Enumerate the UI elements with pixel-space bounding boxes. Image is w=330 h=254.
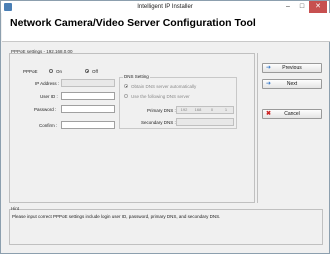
pppoe-on-label: On xyxy=(56,69,63,74)
dns-manual-radio[interactable] xyxy=(124,94,128,98)
header-banner: Network Camera/Video Server Configuratio… xyxy=(2,13,330,42)
ip-address-field xyxy=(61,79,115,87)
dns-auto-radio[interactable] xyxy=(124,84,128,88)
primary-dns-octet-1: 192 xyxy=(180,107,188,112)
previous-button[interactable]: ➜ Previous xyxy=(262,63,322,73)
user-id-label: User ID : xyxy=(40,94,58,99)
user-id-field[interactable] xyxy=(61,92,115,100)
pppoe-off-radio[interactable] xyxy=(85,69,89,73)
page-title: Network Camera/Video Server Configuratio… xyxy=(10,17,256,29)
dns-manual-label: Use the following DNS server xyxy=(131,94,190,99)
dns-auto-label: Obtain DNS server automatically xyxy=(131,84,197,89)
app-icon xyxy=(4,3,12,11)
app-window: Intelligent IP Installer – □ ✕ Network C… xyxy=(0,0,330,254)
confirm-field[interactable] xyxy=(61,121,115,129)
primary-dns-field: 192 168 0 1 xyxy=(176,106,234,114)
divider xyxy=(257,53,258,203)
section-label: PPPoE settings - 192.168.0.00 xyxy=(11,49,73,54)
close-icon[interactable]: ✕ xyxy=(309,1,327,13)
cancel-button[interactable]: ✖ Cancel xyxy=(262,109,322,119)
secondary-dns-label: Secondary DNS : xyxy=(141,120,176,125)
primary-dns-octet-2: 168 xyxy=(194,107,202,112)
pppoe-label: PPPoE xyxy=(23,69,38,74)
pppoe-off-label: Off xyxy=(92,69,98,74)
next-button[interactable]: ➜ Next xyxy=(262,79,322,89)
secondary-dns-field xyxy=(176,118,234,126)
hint-label: Hint xyxy=(11,206,20,211)
maximize-icon[interactable]: □ xyxy=(295,1,309,13)
primary-dns-label: Primary DNS : xyxy=(147,108,176,113)
title-bar: Intelligent IP Installer – □ ✕ xyxy=(1,1,329,13)
password-field[interactable] xyxy=(61,105,115,113)
minimize-icon[interactable]: – xyxy=(281,1,295,13)
primary-dns-octet-4: 1 xyxy=(224,107,228,112)
confirm-label: Confirm : xyxy=(39,123,58,128)
window-controls: – □ ✕ xyxy=(281,1,327,13)
dns-group-title: DNS Setting xyxy=(123,74,150,79)
window-title: Intelligent IP Installer xyxy=(137,4,193,10)
pppoe-on-radio[interactable] xyxy=(49,69,53,73)
ip-address-label: IP Address : xyxy=(35,81,60,86)
password-label: Password : xyxy=(34,107,57,112)
hint-text: Please input correct PPPoE settings incl… xyxy=(12,214,221,219)
primary-dns-octet-3: 0 xyxy=(210,107,214,112)
